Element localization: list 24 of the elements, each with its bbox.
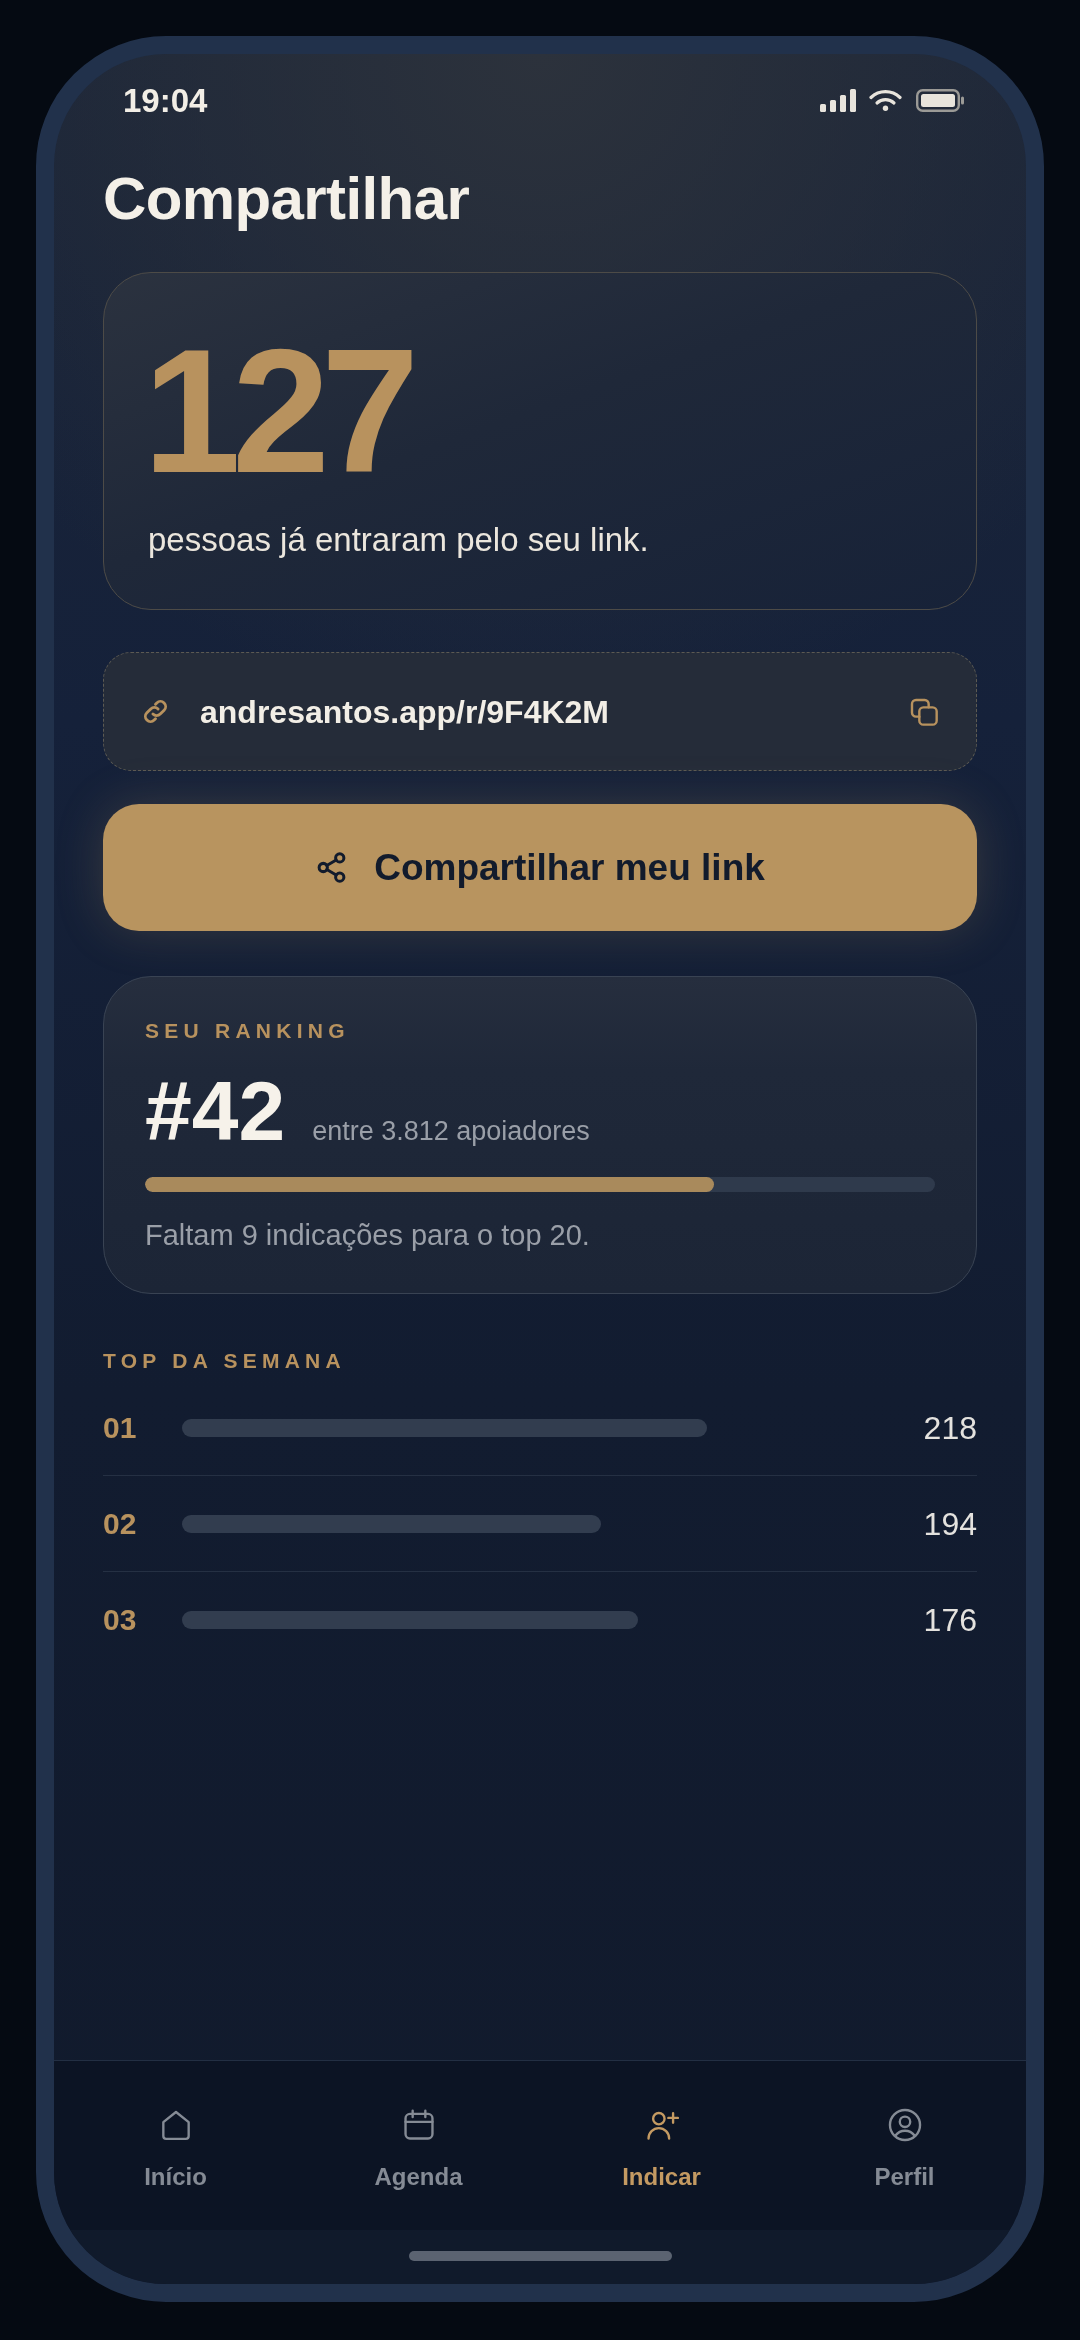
- wifi-icon: [869, 89, 902, 111]
- score-value: 176: [922, 1604, 977, 1636]
- rank-subtitle: entre 3.812 apoiadores: [312, 1118, 590, 1145]
- share-button[interactable]: Compartilhar meu link: [103, 804, 977, 931]
- referral-count: 127: [143, 323, 411, 499]
- section-label: SEU RANKING: [145, 1020, 350, 1041]
- referral-caption: pessoas já entraram pelo seu link.: [148, 523, 649, 556]
- nav-tab[interactable]: Perfil: [783, 2106, 1026, 2189]
- rank-note: Faltam 9 indicações para o top 20.: [145, 1221, 590, 1250]
- link-url: andresantos.app/r/9F4K2M: [200, 695, 609, 728]
- nav-tab[interactable]: Início: [54, 2106, 297, 2189]
- nav-tab[interactable]: Indicar: [540, 2106, 783, 2189]
- rank-number: 02: [103, 1508, 138, 1539]
- rank-number: 01: [103, 1412, 138, 1443]
- section-label: TOP DA SEMANA: [103, 1350, 346, 1371]
- status-time: 19:04: [123, 83, 208, 117]
- signal-icon: [820, 88, 856, 112]
- battery-icon: [916, 88, 964, 112]
- rank-position: #42: [145, 1069, 286, 1153]
- score-value: 194: [922, 1507, 977, 1540]
- page-title: Compartilhar: [103, 169, 470, 229]
- rank-number: 03: [103, 1605, 138, 1635]
- nav-tab[interactable]: Agenda: [297, 2106, 540, 2189]
- score-value: 218: [922, 1411, 977, 1444]
